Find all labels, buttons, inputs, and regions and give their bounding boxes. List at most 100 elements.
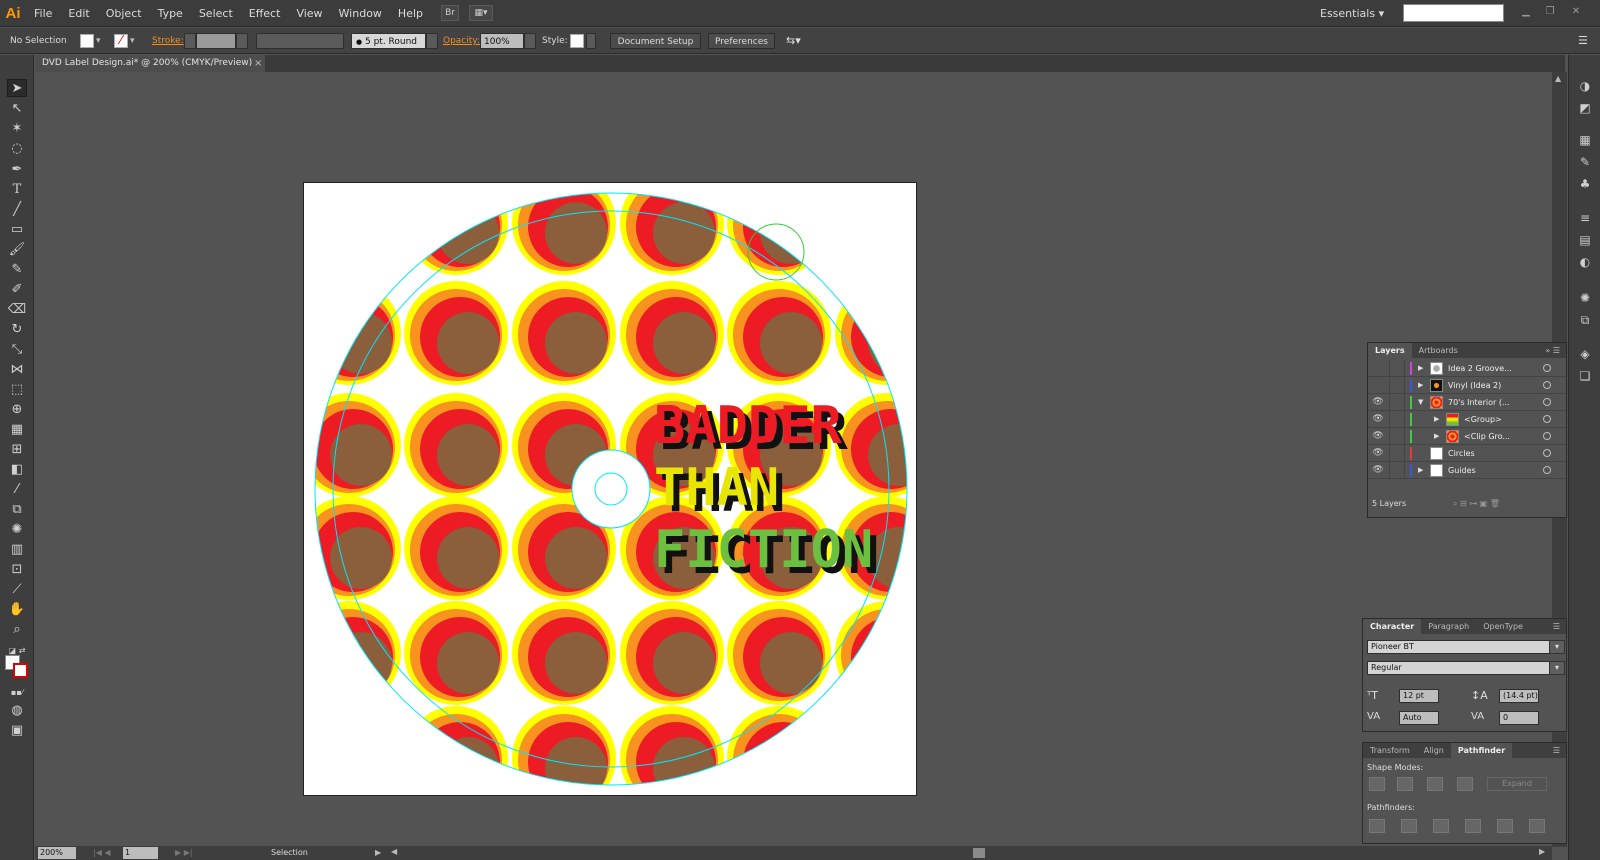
lock-toggle[interactable]: [1389, 394, 1405, 411]
panel-menu-icon[interactable]: ☰: [1578, 33, 1588, 49]
panel-menu-icon[interactable]: ☰: [1553, 619, 1566, 634]
visibility-eye-icon[interactable]: 👁: [1371, 462, 1385, 479]
font-style-dropdown[interactable]: Regular: [1367, 661, 1551, 675]
magic-wand-tool-icon[interactable]: ✶: [7, 119, 27, 137]
page-field[interactable]: 1: [123, 847, 158, 859]
symbol-sprayer-tool-icon[interactable]: ✺: [7, 520, 27, 538]
search-input[interactable]: [1403, 4, 1504, 22]
close-icon[interactable]: ×: [254, 55, 262, 72]
fill-swatch[interactable]: [80, 34, 94, 48]
lock-toggle[interactable]: [1389, 377, 1405, 394]
brush-dropdown[interactable]: ● 5 pt. Round: [351, 33, 426, 49]
blend-tool-icon[interactable]: ⧉: [7, 500, 27, 518]
symbols-icon[interactable]: ♣: [1575, 175, 1595, 193]
graphic-styles-icon[interactable]: ⧉: [1575, 311, 1595, 329]
chevron-down-icon[interactable]: ▾: [1549, 661, 1565, 675]
leading-field[interactable]: (14.4 pt): [1499, 689, 1539, 703]
scroll-thumb[interactable]: [973, 848, 985, 858]
rotate-tool-icon[interactable]: ↻: [7, 320, 27, 338]
crop-icon[interactable]: [1465, 819, 1481, 833]
lock-toggle[interactable]: [1389, 462, 1405, 479]
minus-front-icon[interactable]: [1397, 777, 1413, 791]
stroke-swatch[interactable]: ⁄: [114, 34, 128, 48]
scale-tool-icon[interactable]: ⤡: [7, 340, 27, 358]
first-page-icon[interactable]: |◀ ◀: [93, 847, 111, 859]
column-graph-tool-icon[interactable]: ▥: [7, 540, 27, 558]
visibility-eye-icon[interactable]: 👁: [1371, 445, 1385, 462]
stroke-label[interactable]: Stroke:: [152, 33, 184, 49]
menu-help[interactable]: Help: [390, 0, 431, 27]
eraser-tool-icon[interactable]: ⌫: [7, 300, 27, 318]
opacity-field[interactable]: 100%: [480, 33, 524, 49]
mesh-tool-icon[interactable]: ⊞: [7, 440, 27, 458]
panel-menu-icon[interactable]: ☰: [1553, 743, 1566, 758]
expand-icon[interactable]: ▶: [1434, 428, 1439, 445]
layers-icon[interactable]: ◈: [1575, 345, 1595, 363]
target-icon[interactable]: [1543, 364, 1551, 372]
minus-back-icon[interactable]: [1529, 819, 1545, 833]
document-tab[interactable]: DVD Label Design.ai* @ 200% (CMYK/Previe…: [35, 55, 265, 72]
expand-icon[interactable]: ▶: [1434, 411, 1439, 428]
chevron-down-icon[interactable]: ▾: [1549, 640, 1565, 654]
menu-effect[interactable]: Effect: [241, 0, 289, 27]
stroke-stepper[interactable]: [184, 33, 196, 49]
expand-icon[interactable]: ▶: [1418, 377, 1423, 394]
scroll-left-icon[interactable]: ◀: [391, 847, 397, 856]
visibility-eye-icon[interactable]: 👁: [1371, 411, 1385, 428]
expand-button[interactable]: Expand: [1487, 777, 1547, 791]
layer-row[interactable]: 👁 ▼ 70's Interior (...: [1368, 394, 1566, 411]
layer-row[interactable]: 👁 ▶ <Group>: [1368, 411, 1566, 428]
preferences-button[interactable]: Preferences: [708, 33, 775, 49]
line-tool-icon[interactable]: ╱: [7, 200, 27, 218]
lock-toggle[interactable]: [1389, 445, 1405, 462]
layer-row[interactable]: ▶ Idea 2 Groove...: [1368, 360, 1566, 377]
current-tool-status[interactable]: Selection: [271, 846, 308, 860]
artboard-tool-icon[interactable]: ⊡: [7, 560, 27, 578]
merge-icon[interactable]: [1433, 819, 1449, 833]
chevron-down-icon[interactable]: [236, 33, 248, 49]
gradient-icon[interactable]: ▤: [1575, 231, 1595, 249]
screen-mode-icon[interactable]: ▣: [7, 721, 27, 739]
scroll-right-icon[interactable]: ▶: [1539, 847, 1545, 856]
direct-selection-tool-icon[interactable]: ↖: [7, 99, 27, 117]
pen-tool-icon[interactable]: ✒: [7, 160, 27, 178]
tab-layers[interactable]: Layers: [1368, 343, 1412, 358]
kerning-field[interactable]: Auto: [1399, 711, 1439, 725]
font-family-dropdown[interactable]: Pioneer BT: [1367, 640, 1551, 654]
layer-row[interactable]: 👁 Circles: [1368, 445, 1566, 462]
menu-object[interactable]: Object: [98, 0, 150, 27]
blob-brush-tool-icon[interactable]: ✐: [7, 280, 27, 298]
target-icon[interactable]: [1543, 449, 1551, 457]
tab-opentype[interactable]: OpenType: [1476, 619, 1530, 634]
tracking-field[interactable]: 0: [1499, 711, 1539, 725]
tab-pathfinder[interactable]: Pathfinder: [1450, 743, 1513, 758]
color-mode-icons[interactable]: ▪▪⁄: [7, 683, 27, 701]
unite-icon[interactable]: [1369, 777, 1385, 791]
type-tool-icon[interactable]: T: [7, 180, 27, 198]
rectangle-tool-icon[interactable]: ▭: [7, 220, 27, 238]
arrange-documents-button[interactable]: ▦▾: [469, 5, 493, 21]
close-icon[interactable]: ✕: [1566, 5, 1586, 19]
drawing-mode-icon[interactable]: ◍: [7, 701, 27, 719]
menu-file[interactable]: File: [26, 0, 60, 27]
minimize-icon[interactable]: ▁: [1516, 5, 1536, 19]
status-menu-icon[interactable]: ▶: [375, 846, 381, 860]
exclude-icon[interactable]: [1457, 777, 1473, 791]
last-page-icon[interactable]: ▶ ▶|: [175, 847, 193, 859]
intersect-icon[interactable]: [1427, 777, 1443, 791]
target-icon[interactable]: [1543, 466, 1551, 474]
color-guide-icon[interactable]: ◑: [1575, 77, 1595, 95]
arrange-icon[interactable]: ⇆▾: [786, 33, 801, 49]
tab-align[interactable]: Align: [1417, 743, 1451, 758]
perspective-grid-tool-icon[interactable]: ▦: [7, 420, 27, 438]
workspace-switcher[interactable]: Essentials ▾: [1320, 0, 1384, 27]
chevron-down-icon[interactable]: [586, 33, 596, 49]
style-swatch[interactable]: [570, 34, 584, 48]
shape-builder-tool-icon[interactable]: ⊕: [7, 400, 27, 418]
artwork-canvas[interactable]: BADDER BADDER THAN THAN FICTION FICTION: [304, 183, 917, 796]
panel-menu-icon[interactable]: » ☰: [1545, 343, 1566, 358]
expand-icon[interactable]: ▶: [1418, 360, 1423, 377]
bridge-button[interactable]: Br: [441, 5, 459, 21]
chevron-down-icon[interactable]: ▾: [96, 33, 106, 49]
stroke-icon[interactable]: ≡: [1575, 209, 1595, 227]
